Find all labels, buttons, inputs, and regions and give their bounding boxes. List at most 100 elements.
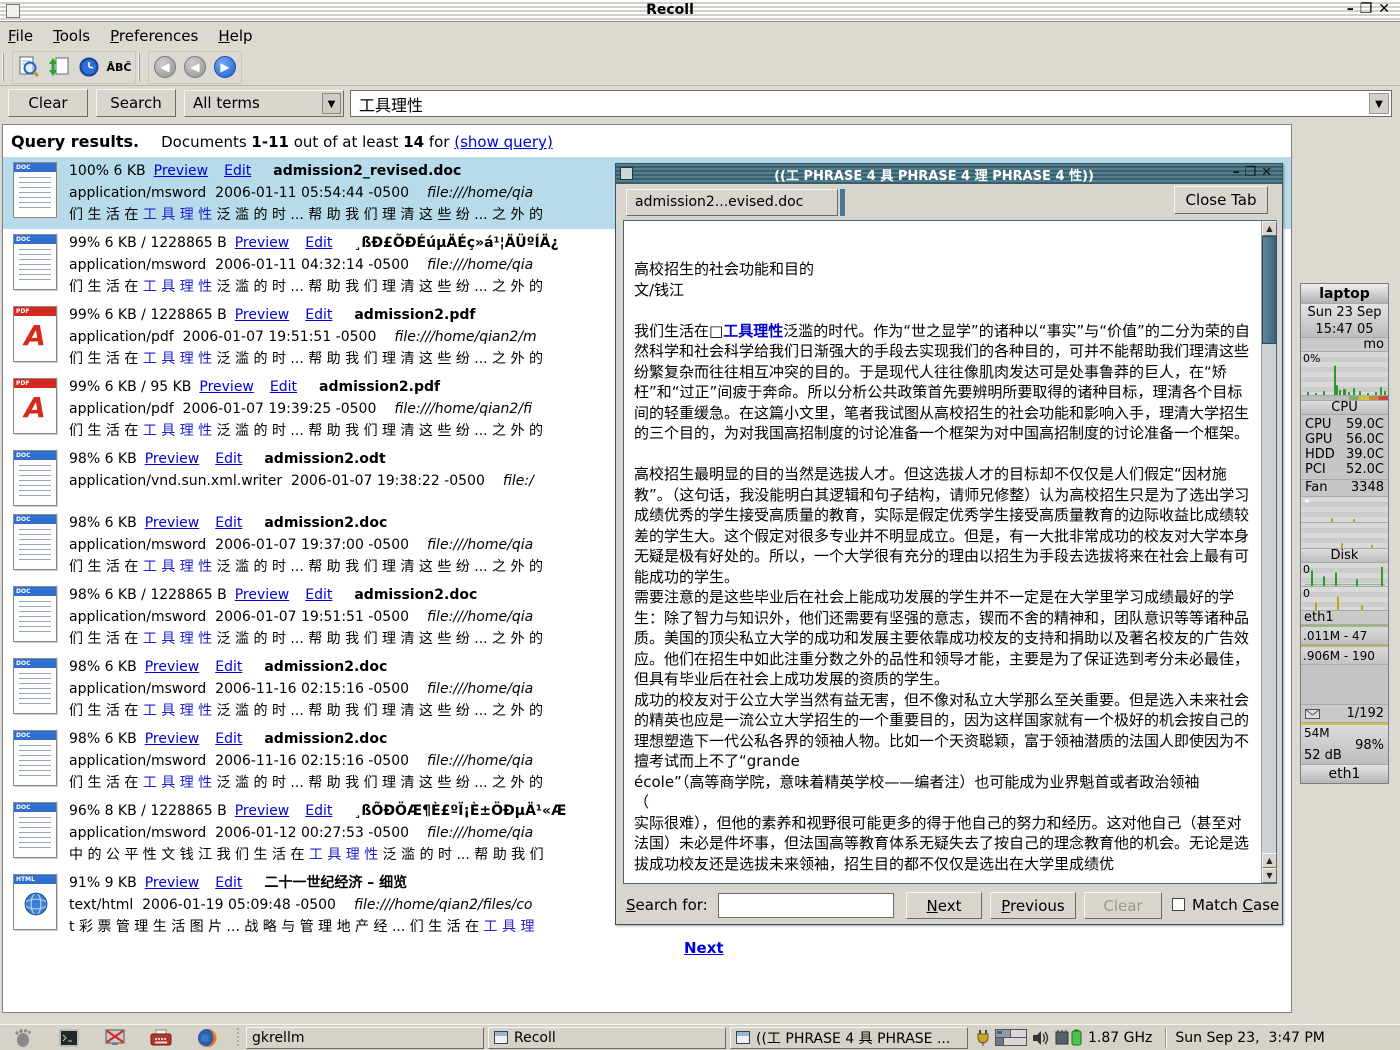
find-next-button[interactable]: Next bbox=[906, 892, 982, 919]
query-input[interactable] bbox=[351, 91, 1367, 116]
scrollbar-thumb[interactable] bbox=[1262, 236, 1277, 344]
mail-count: 1/192 bbox=[1347, 705, 1384, 723]
scroll-up-icon[interactable]: ▲ bbox=[1262, 221, 1277, 236]
menu-file[interactable]: File bbox=[8, 23, 33, 49]
edit-link[interactable]: Edit bbox=[215, 659, 242, 675]
edit-link[interactable]: Edit bbox=[215, 451, 242, 467]
find-input[interactable] bbox=[718, 893, 894, 918]
typewriter-launcher[interactable] bbox=[138, 1029, 184, 1047]
minimize-button[interactable]: – bbox=[1347, 1, 1360, 17]
firefox-launcher[interactable] bbox=[184, 1028, 230, 1048]
preview-paragraph: （ bbox=[634, 792, 1250, 813]
snippet-text: 们 生 活 在 bbox=[69, 631, 143, 647]
edit-link[interactable]: Edit bbox=[215, 731, 242, 747]
edit-link[interactable]: Edit bbox=[215, 875, 242, 891]
edit-link[interactable]: Edit bbox=[305, 307, 332, 323]
taskbar-item[interactable]: gkrellm bbox=[246, 1027, 484, 1049]
net-section-label[interactable]: eth1 bbox=[1301, 611, 1388, 625]
first-page-button[interactable]: ◀ bbox=[150, 53, 180, 82]
preview-link[interactable]: Preview bbox=[145, 659, 200, 675]
memory-volume-meter[interactable]: 54M 98% 52 dB bbox=[1301, 723, 1388, 765]
sort-parameters-button[interactable] bbox=[44, 53, 74, 82]
gkrellm-hostname[interactable]: laptop bbox=[1301, 284, 1388, 304]
edit-link[interactable]: Edit bbox=[224, 163, 251, 179]
scroll-up-icon[interactable]: ▲ bbox=[1262, 853, 1277, 868]
gkrellm-footer-label[interactable]: eth1 bbox=[1301, 765, 1388, 783]
taskbar-item[interactable]: ((工 PHRASE 4 具 PHRASE ... bbox=[730, 1027, 968, 1049]
chevron-down-icon[interactable]: ▼ bbox=[322, 93, 341, 114]
preview-close-button[interactable]: ✕ bbox=[1261, 165, 1277, 180]
menu-preferences[interactable]: Preferences bbox=[110, 23, 198, 49]
first-page-icon: ◀ bbox=[154, 56, 176, 78]
preview-link[interactable]: Preview bbox=[235, 307, 290, 323]
taskbar-clock[interactable]: Sun Sep 23, 3:47 PM bbox=[1175, 1030, 1335, 1046]
preview-link[interactable]: Preview bbox=[235, 235, 290, 251]
preview-scrollbar[interactable]: ▲ ▲ ▼ bbox=[1261, 221, 1276, 883]
edit-link[interactable]: Edit bbox=[305, 803, 332, 819]
mail-monitor[interactable]: 1/192 bbox=[1301, 705, 1388, 723]
preview-link[interactable]: Preview bbox=[145, 451, 200, 467]
main-menu-button[interactable] bbox=[0, 1028, 46, 1048]
find-clear-button[interactable]: Clear bbox=[1084, 892, 1162, 919]
edit-link[interactable]: Edit bbox=[305, 587, 332, 603]
preview-link[interactable]: Preview bbox=[235, 587, 290, 603]
snippet-term: 工 具 理 性 bbox=[143, 775, 212, 791]
find-previous-button[interactable]: Previous bbox=[990, 892, 1076, 919]
clear-button[interactable]: Clear bbox=[8, 89, 88, 117]
result-url: file:/ bbox=[503, 473, 534, 489]
snippet-text: 们 生 活 在 bbox=[69, 351, 143, 367]
next-page-button[interactable]: ▶ bbox=[210, 53, 240, 82]
doc-file-icon: DOC bbox=[3, 232, 69, 298]
preview-link[interactable]: Preview bbox=[154, 163, 209, 179]
preview-link[interactable]: Preview bbox=[145, 515, 200, 531]
chevron-down-icon[interactable]: ▼ bbox=[1369, 93, 1389, 114]
preview-maximize-button[interactable]: ❐ bbox=[1244, 165, 1261, 180]
taskbar-item[interactable]: Recoll bbox=[488, 1027, 726, 1049]
edit-link[interactable]: Edit bbox=[215, 515, 242, 531]
menu-tools[interactable]: Tools bbox=[53, 23, 90, 49]
result-url: file:///home/qia bbox=[427, 681, 533, 697]
preview-link[interactable]: Preview bbox=[199, 379, 254, 395]
clock-separator bbox=[1165, 1028, 1167, 1048]
preview-window-menu-button[interactable] bbox=[620, 167, 633, 180]
power-plug-icon[interactable] bbox=[976, 1029, 990, 1047]
result-url: file:///home/qian2/fi bbox=[394, 401, 532, 417]
next-page-link[interactable]: Next bbox=[684, 939, 724, 957]
preview-text-area[interactable]: 高校招生的社会功能和目的文/钱江 我们生活在□工具理性泛滥的时代。作为“世之显学… bbox=[623, 220, 1277, 884]
preview-minimize-button[interactable]: – bbox=[1233, 165, 1245, 180]
disk-section-label[interactable]: Disk bbox=[1301, 549, 1388, 563]
workspace-pager-icon[interactable] bbox=[995, 1029, 1027, 1046]
toolbar-handle[interactable] bbox=[2, 53, 8, 81]
taskbar-separator[interactable] bbox=[234, 1028, 242, 1048]
cpu-section-label[interactable]: CPU bbox=[1301, 401, 1388, 415]
gnome-foot-icon bbox=[13, 1028, 33, 1048]
document-history-button[interactable] bbox=[74, 53, 104, 82]
advanced-search-button[interactable] bbox=[14, 53, 44, 82]
search-button[interactable]: Search bbox=[96, 89, 176, 117]
screen-lock-launcher[interactable] bbox=[92, 1029, 138, 1047]
terminal-launcher[interactable] bbox=[46, 1029, 92, 1047]
temp-value: 39.0C bbox=[1346, 447, 1384, 462]
preview-tab[interactable]: admission2...evised.doc bbox=[626, 189, 838, 216]
scroll-down-icon[interactable]: ▼ bbox=[1262, 868, 1277, 883]
close-button[interactable]: ✕ bbox=[1378, 1, 1396, 17]
toolbar-handle[interactable] bbox=[138, 53, 144, 81]
term-explorer-button[interactable]: ÅBĈ bbox=[104, 53, 134, 82]
previous-page-button[interactable]: ◀ bbox=[180, 53, 210, 82]
preview-link[interactable]: Preview bbox=[145, 875, 200, 891]
query-combobox[interactable]: ▼ bbox=[350, 90, 1392, 117]
show-query-link[interactable]: (show query) bbox=[454, 133, 553, 151]
match-case-checkbox[interactable] bbox=[1172, 898, 1185, 911]
speaker-icon[interactable] bbox=[1032, 1030, 1050, 1046]
menu-help[interactable]: Help bbox=[218, 23, 252, 49]
preview-link[interactable]: Preview bbox=[235, 803, 290, 819]
pdf-file-icon: PDFA bbox=[3, 376, 69, 442]
cpu-battery-icon[interactable] bbox=[1055, 1029, 1083, 1046]
close-tab-button[interactable]: Close Tab bbox=[1174, 186, 1268, 214]
restore-button[interactable]: ❐ bbox=[1360, 1, 1379, 17]
search-mode-select[interactable]: All terms ▼ bbox=[184, 90, 344, 117]
preview-link[interactable]: Preview bbox=[145, 731, 200, 747]
edit-link[interactable]: Edit bbox=[270, 379, 297, 395]
edit-link[interactable]: Edit bbox=[305, 235, 332, 251]
preview-document-text: 高校招生的社会功能和目的文/钱江 我们生活在□工具理性泛滥的时代。作为“世之显学… bbox=[624, 221, 1260, 883]
